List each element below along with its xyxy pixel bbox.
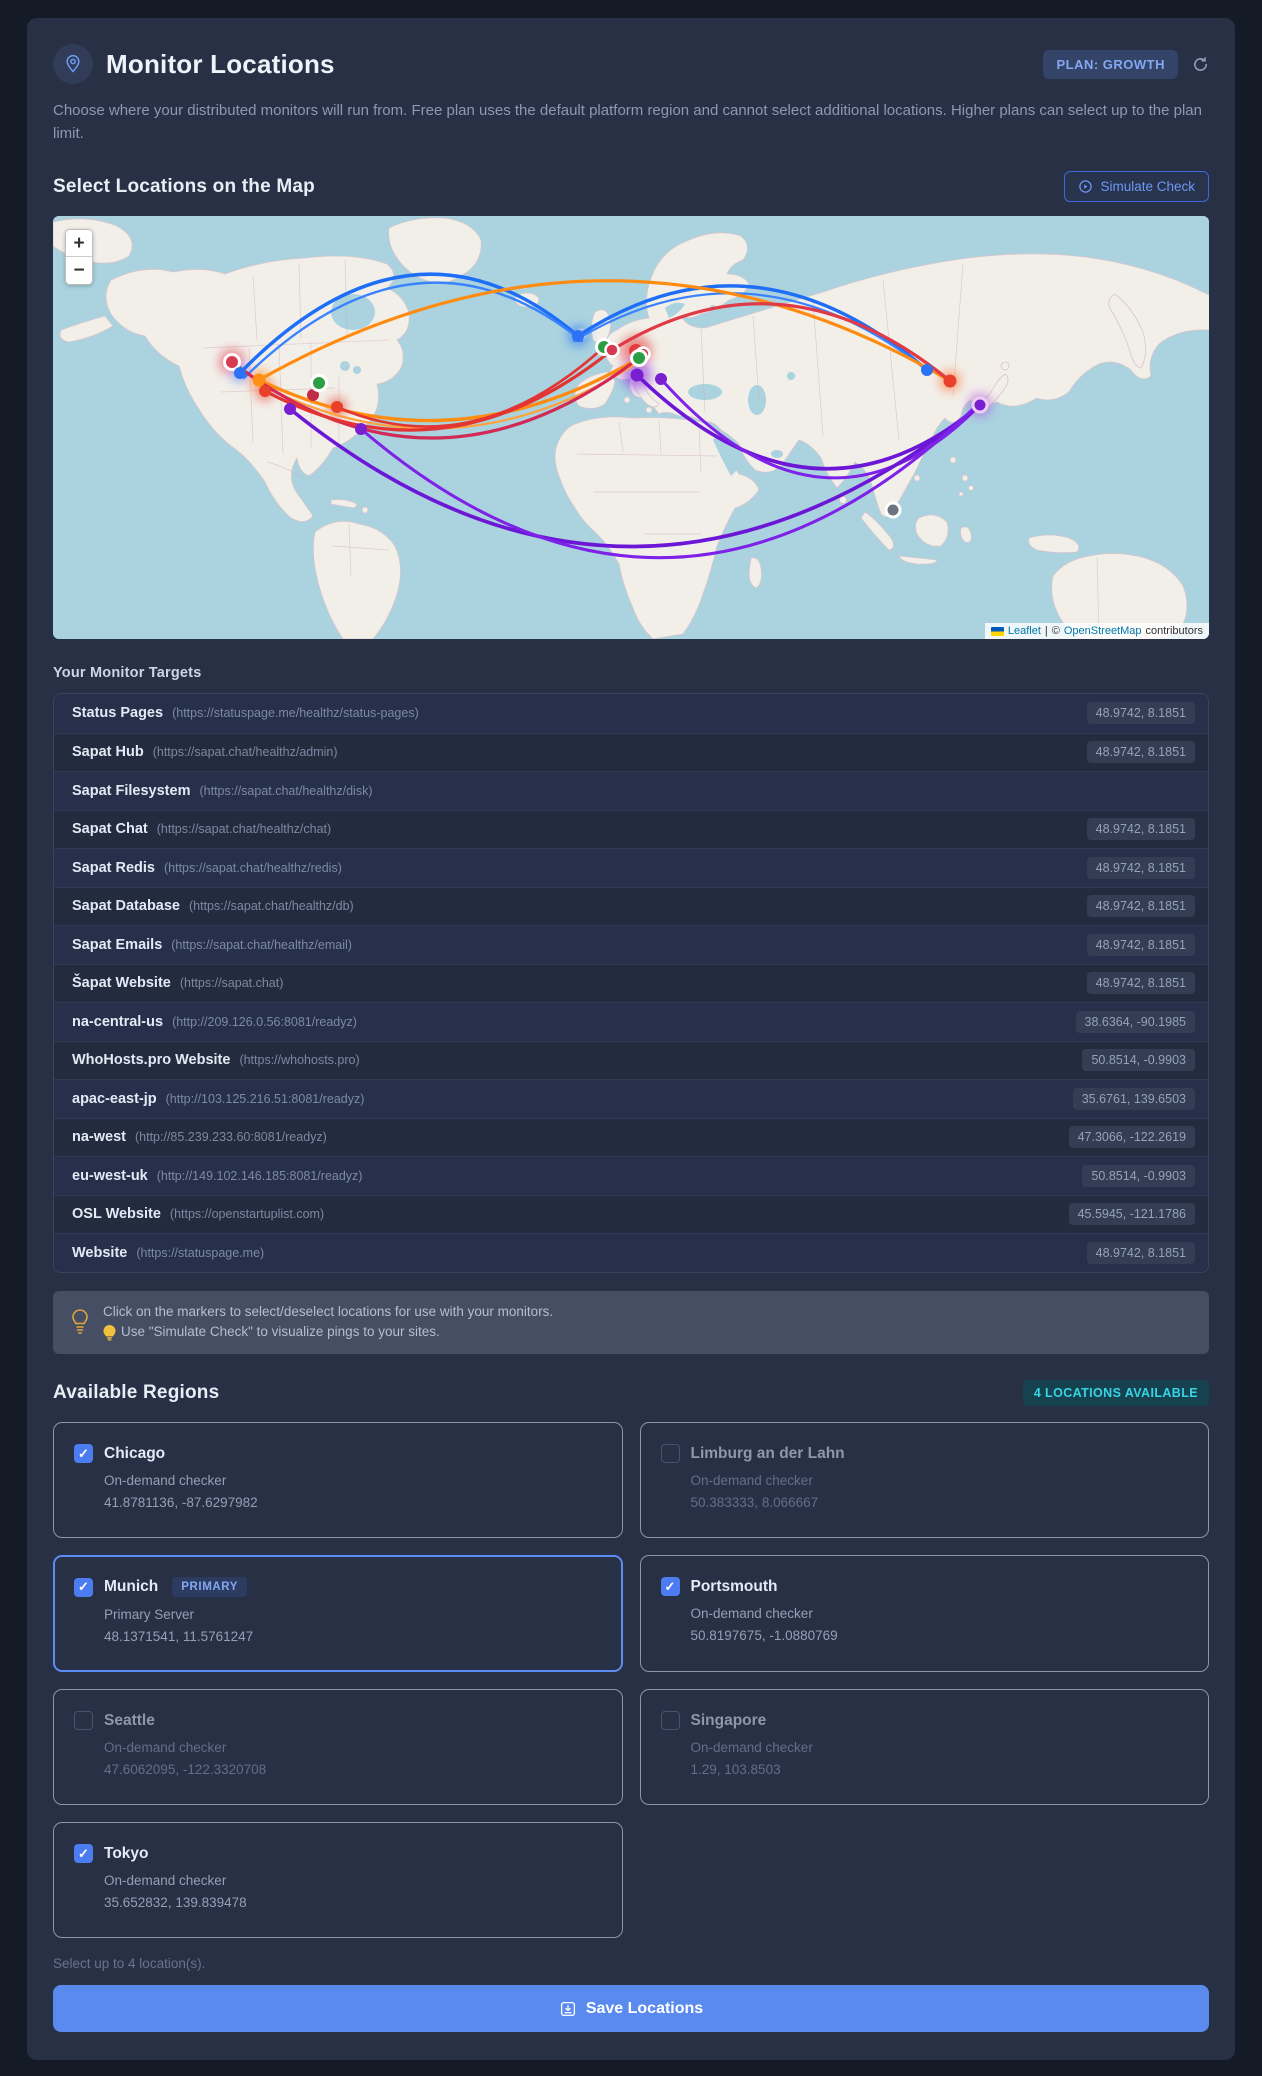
checkbox-seattle[interactable] bbox=[74, 1711, 93, 1731]
coords-badge: 48.9742, 8.1851 bbox=[1086, 972, 1195, 995]
target-row: na-central-us (http://209.126.0.56:8081/r… bbox=[54, 1002, 1208, 1041]
marker-us-purple-1 bbox=[284, 403, 296, 415]
marker-na-west-orange bbox=[252, 373, 266, 387]
tip-line-1: Click on the markers to select/deselect … bbox=[103, 1303, 554, 1319]
target-row: apac-east-jp (http://103.125.216.51:8081/… bbox=[54, 1079, 1208, 1118]
coords-badge: 48.9742, 8.1851 bbox=[1086, 741, 1195, 764]
marker-europe-purple-1 bbox=[630, 368, 644, 382]
checkbox-munich[interactable] bbox=[74, 1577, 93, 1597]
coords-badge: 50.8514, -0.9903 bbox=[1082, 1164, 1195, 1187]
plan-badge: PLAN: GROWTH bbox=[1043, 49, 1178, 79]
coords-badge: 48.9742, 8.1851 bbox=[1086, 1241, 1195, 1264]
target-row: OSL Website (https://openstartuplist.com)… bbox=[54, 1194, 1208, 1233]
coords-badge: 47.3066, -122.2619 bbox=[1068, 1126, 1195, 1149]
coords-badge: 45.5945, -121.1786 bbox=[1068, 1203, 1195, 1226]
refresh-icon[interactable] bbox=[1192, 56, 1209, 73]
locations-available-badge: 4 LOCATIONS AVAILABLE bbox=[1022, 1380, 1209, 1407]
primary-badge: PRIMARY bbox=[172, 1577, 248, 1598]
coords-badge: 48.9742, 8.1851 bbox=[1086, 895, 1195, 918]
location-pin-icon bbox=[53, 44, 93, 84]
marker-seattle-crimson bbox=[223, 353, 241, 371]
monitor-locations-panel: Monitor Locations PLAN: GROWTH Choose wh… bbox=[27, 18, 1235, 2061]
tip-line-2: Use "Simulate Check" to visualize pings … bbox=[121, 1324, 440, 1340]
map-zoom-in-button[interactable]: + bbox=[66, 230, 92, 257]
play-circle-icon bbox=[1079, 180, 1093, 193]
map-zoom-control: + − bbox=[65, 229, 93, 285]
targets-heading: Your Monitor Targets bbox=[53, 665, 202, 681]
header: Monitor Locations PLAN: GROWTH bbox=[53, 44, 1209, 84]
marker-uk-red bbox=[604, 342, 620, 358]
coords-badge: 50.8514, -0.9903 bbox=[1082, 1049, 1195, 1072]
marker-munich-green bbox=[630, 349, 648, 367]
coords-badge: 38.6364, -90.1985 bbox=[1075, 1010, 1195, 1033]
marker-europe-purple-2 bbox=[655, 373, 667, 385]
page-description: Choose where your distributed monitors w… bbox=[53, 102, 1202, 142]
target-row: Sapat Chat (https://sapat.chat/healthz/ch… bbox=[54, 809, 1208, 848]
region-cards-grid: Chicago On-demand checker 41.8781136, -8… bbox=[53, 1422, 1209, 1939]
marker-asia-blue bbox=[921, 364, 933, 376]
osm-link[interactable]: OpenStreetMap bbox=[1064, 625, 1142, 637]
marker-tokyo-purple bbox=[971, 396, 989, 414]
coords-badge: 48.9742, 8.1851 bbox=[1086, 702, 1195, 725]
marker-seattle-blue bbox=[234, 367, 246, 379]
marker-singapore-gray bbox=[884, 501, 902, 519]
map-zoom-out-button[interactable]: − bbox=[66, 257, 92, 284]
target-row: Šapat Website (https://sapat.chat) 48.9742… bbox=[54, 963, 1208, 1002]
target-row: Sapat Database (https://sapat.chat/health… bbox=[54, 886, 1208, 925]
checkbox-portsmouth[interactable] bbox=[660, 1577, 680, 1597]
target-row: eu-west-uk (http://149.102.146.185:8081/r… bbox=[54, 1156, 1208, 1195]
regions-heading: Available Regions bbox=[53, 1382, 220, 1404]
marker-asia-red bbox=[943, 374, 957, 388]
lightbulb-icon bbox=[103, 1324, 116, 1341]
region-card-portsmouth[interactable]: Portsmouth On-demand checker 50.8197675,… bbox=[639, 1555, 1209, 1673]
lightbulb-outline-icon bbox=[72, 1309, 88, 1335]
region-card-singapore[interactable]: Singapore On-demand checker 1.29, 103.85… bbox=[639, 1689, 1209, 1806]
region-card-munich[interactable]: MunichPRIMARY Primary Server 48.1371541,… bbox=[53, 1555, 623, 1673]
simulate-check-button[interactable]: Simulate Check bbox=[1064, 171, 1209, 202]
target-row: Sapat Emails (https://sapat.chat/healthz/… bbox=[54, 925, 1208, 964]
coords-badge: 35.6761, 139.6503 bbox=[1072, 1087, 1195, 1110]
marker-na-central-red bbox=[331, 401, 343, 413]
coords-badge: 48.9742, 8.1851 bbox=[1086, 933, 1195, 956]
map-section-heading: Select Locations on the Map bbox=[53, 175, 315, 197]
target-row: Status Pages (https://statuspage.me/healt… bbox=[54, 694, 1208, 733]
marker-na-west-red bbox=[259, 385, 271, 397]
tip-box: Click on the markers to select/deselect … bbox=[53, 1290, 1209, 1355]
checkbox-limburg[interactable] bbox=[660, 1444, 680, 1464]
checkbox-chicago[interactable] bbox=[74, 1444, 93, 1464]
page-title: Monitor Locations bbox=[106, 48, 335, 79]
map-attribution: Leaflet | © OpenStreetMap contributors bbox=[984, 623, 1209, 639]
selection-limit-note: Select up to 4 location(s). bbox=[53, 1956, 206, 1972]
region-card-seattle[interactable]: Seattle On-demand checker 47.6062095, -1… bbox=[53, 1689, 623, 1806]
targets-list: Status Pages (https://statuspage.me/healt… bbox=[53, 693, 1209, 1273]
target-row: Sapat Filesystem (https://sapat.chat/heal… bbox=[54, 771, 1208, 810]
target-row: Sapat Redis (https://sapat.chat/healthz/r… bbox=[54, 848, 1208, 887]
marker-uk-blue bbox=[572, 330, 584, 342]
region-card-chicago[interactable]: Chicago On-demand checker 41.8781136, -8… bbox=[53, 1422, 623, 1539]
leaflet-link[interactable]: Leaflet bbox=[1008, 625, 1041, 637]
target-row: na-west (http://85.239.233.60:8081/readyz… bbox=[54, 1117, 1208, 1156]
ukraine-flag-icon bbox=[990, 626, 1004, 636]
region-card-tokyo[interactable]: Tokyo On-demand checker 35.652832, 139.8… bbox=[53, 1822, 623, 1939]
save-icon bbox=[560, 2001, 575, 2016]
region-card-limburg[interactable]: Limburg an der Lahn On-demand checker 50… bbox=[639, 1422, 1209, 1539]
checkbox-singapore[interactable] bbox=[660, 1711, 680, 1731]
map-canvas bbox=[53, 216, 1209, 639]
target-row: WhoHosts.pro Website (https://whohosts.pr… bbox=[54, 1040, 1208, 1079]
marker-us-purple-2 bbox=[355, 423, 367, 435]
save-locations-button[interactable]: Save Locations bbox=[53, 1985, 1209, 2033]
coords-badge: 48.9742, 8.1851 bbox=[1086, 856, 1195, 879]
target-row: Sapat Hub (https://sapat.chat/healthz/adm… bbox=[54, 732, 1208, 771]
target-row: Website (https://statuspage.me) 48.9742, 8… bbox=[54, 1233, 1208, 1272]
coords-badge: 48.9742, 8.1851 bbox=[1086, 818, 1195, 841]
checkbox-tokyo[interactable] bbox=[74, 1844, 93, 1864]
marker-chicago-green bbox=[310, 374, 328, 392]
world-map[interactable]: + − Leaflet | © OpenStreetMap contributo… bbox=[53, 216, 1209, 639]
